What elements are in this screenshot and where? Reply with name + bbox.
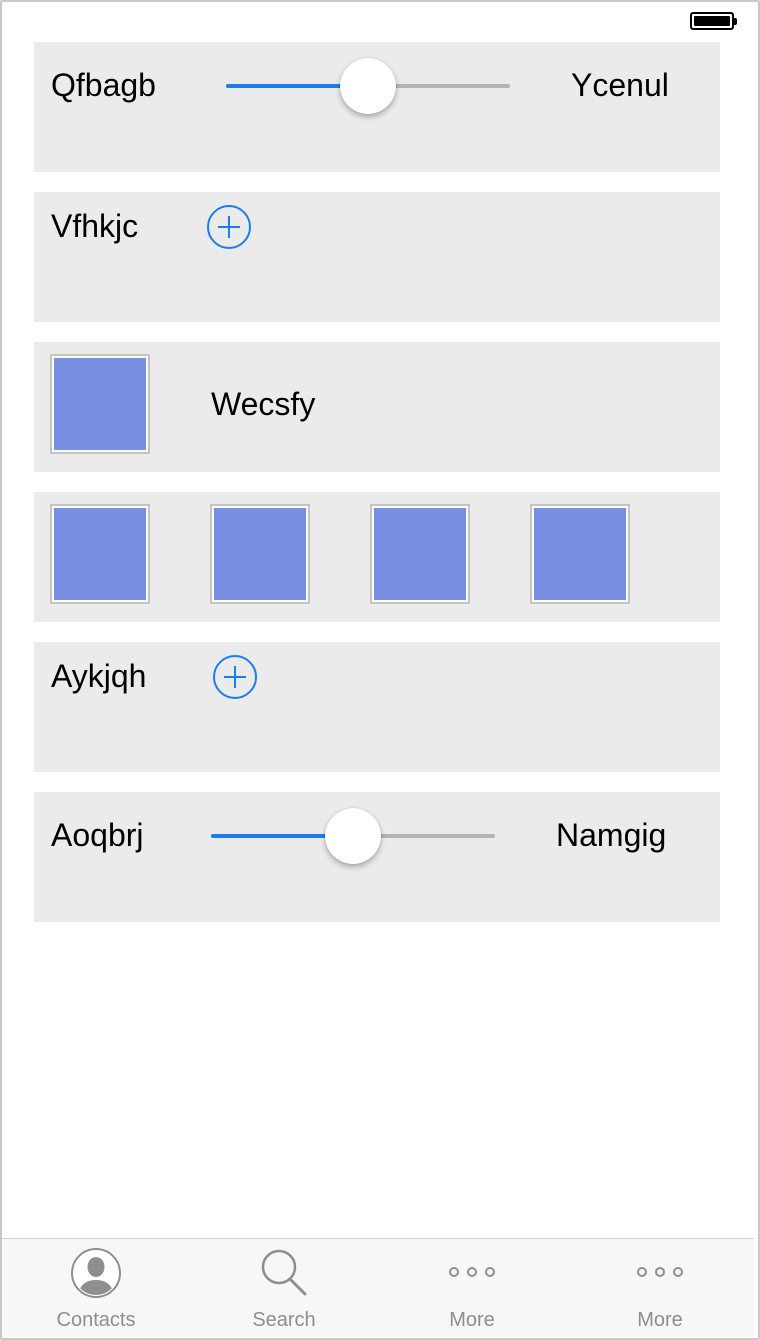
image-thumbnail <box>50 504 150 604</box>
slider-thumb[interactable] <box>325 808 381 864</box>
image-thumbnail <box>210 504 310 604</box>
image-thumbnail <box>370 504 470 604</box>
battery-icon <box>690 12 737 30</box>
tab-label: More <box>449 1309 495 1331</box>
slider-track[interactable] <box>226 58 510 114</box>
image-thumbnail <box>50 354 150 454</box>
tab-label: Contacts <box>56 1309 136 1331</box>
slider-row-qfbagb: Qfbagb Ycenul <box>34 42 720 172</box>
search-icon <box>261 1249 307 1296</box>
slider-left-label: Aoqbrj <box>51 817 144 853</box>
row-label: Wecsfy <box>211 386 316 422</box>
tab-more[interactable]: More <box>378 1239 566 1337</box>
slider-track[interactable] <box>211 808 495 864</box>
tab-bar: Contacts Search More More <box>2 1238 754 1337</box>
add-button[interactable] <box>213 655 257 699</box>
slider-thumb[interactable] <box>340 58 396 114</box>
tab-more-2[interactable]: More <box>566 1239 754 1337</box>
slider-right-label: Namgig <box>556 817 667 853</box>
tab-search[interactable]: Search <box>190 1239 378 1337</box>
image-thumbnail <box>530 504 630 604</box>
tab-label: Search <box>252 1309 316 1331</box>
tab-contacts[interactable]: Contacts <box>2 1239 190 1337</box>
slider-row-aoqbrj: Aoqbrj Namgig <box>34 792 720 922</box>
image-gallery-row <box>34 492 720 622</box>
more-icon <box>449 1267 495 1277</box>
image-label-row: Wecsfy <box>34 342 720 472</box>
add-row-aykjqh: Aykjqh <box>34 642 720 772</box>
slider-left-label: Qfbagb <box>51 67 156 103</box>
row-label: Vfhkjc <box>51 208 139 244</box>
add-button[interactable] <box>207 205 251 249</box>
tab-label: More <box>637 1309 683 1331</box>
add-row-vfhkjc: Vfhkjc <box>34 192 720 322</box>
row-label: Aykjqh <box>51 658 147 694</box>
slider-right-label: Ycenul <box>571 67 669 103</box>
more-icon <box>637 1267 683 1277</box>
contact-icon <box>71 1248 121 1298</box>
